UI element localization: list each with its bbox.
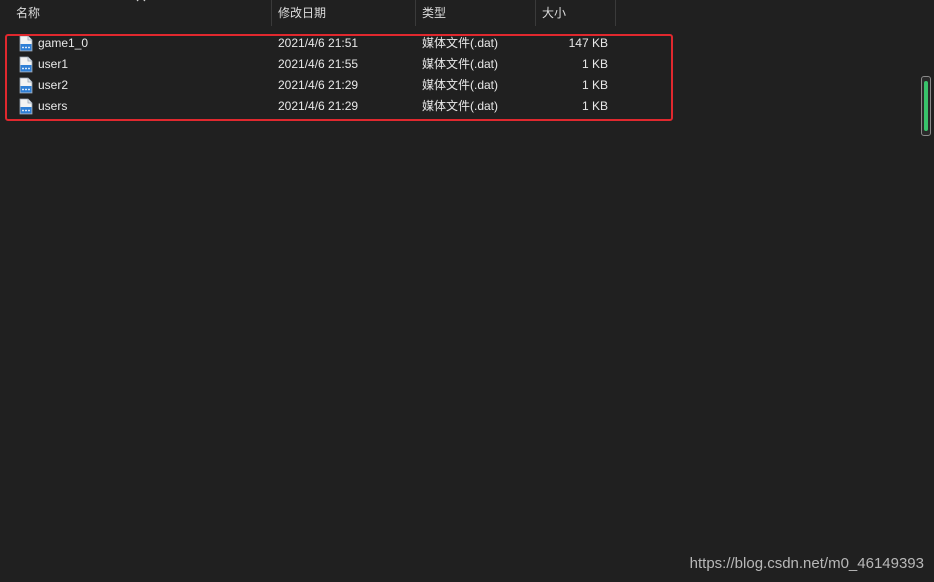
file-modified: 2021/4/6 21:55 (278, 57, 359, 71)
watermark-text: https://blog.csdn.net/m0_46149393 (689, 555, 924, 572)
column-divider[interactable] (615, 0, 616, 26)
file-size: 1 KB (581, 99, 608, 113)
column-header-size-label: 大小 (542, 6, 567, 20)
dat-file-icon (19, 35, 33, 52)
file-modified: 2021/4/6 21:29 (278, 99, 359, 113)
column-header-size[interactable]: 大小 (536, 0, 614, 26)
file-name: user1 (38, 57, 69, 71)
file-row-game1_0[interactable]: game1_0 2021/4/6 21:51 媒体文件(.dat) 147 KB (0, 33, 680, 54)
file-type: 媒体文件(.dat) (422, 78, 499, 92)
file-size: 1 KB (581, 78, 608, 92)
file-row-user1[interactable]: user1 2021/4/6 21:55 媒体文件(.dat) 1 KB (0, 54, 680, 75)
column-header-name-label: 名称 (16, 6, 41, 20)
dat-file-icon (19, 56, 33, 73)
file-size: 147 KB (568, 36, 608, 50)
column-header-type[interactable]: 类型 (416, 0, 534, 26)
dat-file-icon (19, 77, 33, 94)
column-header-modified-label: 修改日期 (278, 6, 327, 20)
file-type: 媒体文件(.dat) (422, 36, 499, 50)
file-row-user2[interactable]: user2 2021/4/6 21:29 媒体文件(.dat) 1 KB (0, 75, 680, 96)
scrollbar-thumb[interactable] (924, 81, 928, 131)
vertical-scrollbar[interactable] (921, 76, 931, 136)
file-size: 1 KB (581, 57, 608, 71)
file-name: user2 (38, 78, 69, 92)
file-type: 媒体文件(.dat) (422, 99, 499, 113)
column-header-bar: 名称 修改日期 类型 大小 (0, 0, 934, 26)
file-name: game1_0 (38, 36, 89, 50)
file-type: 媒体文件(.dat) (422, 57, 499, 71)
sort-up-icon[interactable] (136, 0, 146, 4)
file-row-users[interactable]: users 2021/4/6 21:29 媒体文件(.dat) 1 KB (0, 96, 680, 117)
column-header-modified[interactable]: 修改日期 (272, 0, 414, 26)
file-modified: 2021/4/6 21:29 (278, 78, 359, 92)
column-header-type-label: 类型 (422, 6, 447, 20)
file-name: users (38, 99, 68, 113)
dat-file-icon (19, 98, 33, 115)
file-modified: 2021/4/6 21:51 (278, 36, 359, 50)
